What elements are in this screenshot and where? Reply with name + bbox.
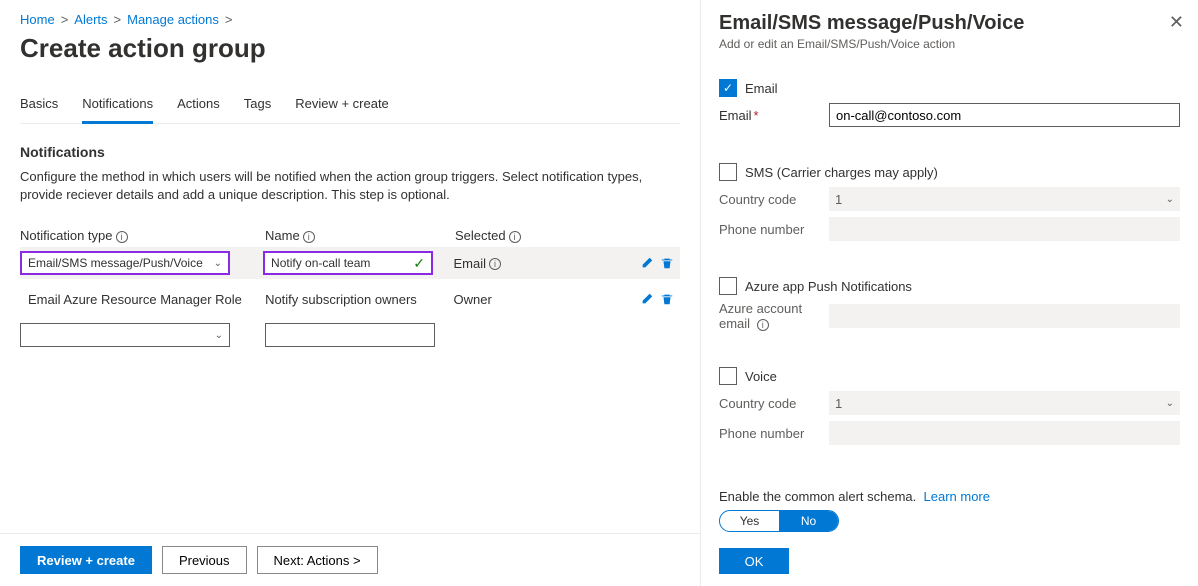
sms-phone-input[interactable] (829, 217, 1180, 241)
azure-email-label: Azure account email i (719, 301, 829, 331)
tabs: Basics Notifications Actions Tags Review… (20, 88, 680, 124)
chevron-down-icon: ⌄ (1166, 194, 1174, 205)
info-icon[interactable]: i (757, 319, 769, 331)
tab-review-create[interactable]: Review + create (295, 88, 389, 123)
previous-button[interactable]: Previous (162, 546, 247, 574)
edit-icon[interactable] (640, 256, 654, 270)
side-panel: ✕ Email/SMS message/Push/Voice Add or ed… (700, 0, 1198, 586)
info-icon[interactable]: i (116, 231, 128, 243)
ok-button[interactable]: OK (719, 548, 789, 574)
breadcrumb-alerts[interactable]: Alerts (74, 12, 107, 27)
bottom-bar: Review + create Previous Next: Actions > (0, 533, 700, 586)
voice-phone-input[interactable] (829, 421, 1180, 445)
breadcrumb-manage-actions[interactable]: Manage actions (127, 12, 219, 27)
voice-phone-label: Phone number (719, 426, 829, 441)
page-title: Create action group (20, 33, 680, 64)
help-text: Configure the method in which users will… (20, 168, 660, 204)
phone-label: Phone number (719, 222, 829, 237)
push-checkbox-label: Azure app Push Notifications (745, 279, 912, 294)
notification-type-dropdown[interactable]: Email/SMS message/Push/Voice ⌄ (20, 251, 230, 275)
info-icon[interactable]: i (489, 258, 501, 270)
email-label: Email* (719, 108, 829, 123)
selected-value: Owner (452, 292, 640, 307)
tab-basics[interactable]: Basics (20, 88, 58, 123)
push-checkbox[interactable] (719, 277, 737, 295)
notification-name-text: Notify subscription owners (263, 292, 451, 307)
email-checkbox-label: Email (745, 81, 778, 96)
sms-country-code-select[interactable]: 1⌄ (829, 187, 1180, 211)
toggle-no[interactable]: No (779, 511, 838, 531)
delete-icon[interactable] (660, 292, 674, 306)
panel-title: Email/SMS message/Push/Voice (719, 12, 1180, 35)
voice-checkbox[interactable] (719, 367, 737, 385)
next-button[interactable]: Next: Actions > (257, 546, 378, 574)
table-header: Notification typei Namei Selectedi (20, 228, 680, 243)
notification-type-dropdown[interactable]: ⌄ (20, 323, 230, 347)
notification-type-text: Email Azure Resource Manager Role (20, 292, 263, 307)
breadcrumb: Home> Alerts> Manage actions> (20, 12, 680, 27)
tab-tags[interactable]: Tags (244, 88, 271, 123)
toggle-yes[interactable]: Yes (720, 511, 779, 531)
chevron-down-icon: ⌄ (214, 258, 222, 269)
close-icon[interactable]: ✕ (1169, 12, 1184, 33)
notification-row: Email/SMS message/Push/Voice ⌄ Notify on… (20, 247, 680, 279)
section-heading: Notifications (20, 144, 680, 160)
breadcrumb-home[interactable]: Home (20, 12, 55, 27)
chevron-down-icon: ⌄ (1166, 398, 1174, 409)
panel-subtitle: Add or edit an Email/SMS/Push/Voice acti… (719, 37, 1180, 51)
sms-checkbox-label: SMS (Carrier charges may apply) (745, 165, 938, 180)
learn-more-link[interactable]: Learn more (924, 489, 990, 504)
review-create-button[interactable]: Review + create (20, 546, 152, 574)
notification-row-empty: ⌄ (20, 319, 680, 351)
notification-name-input[interactable]: Notify on-call team ✓ (263, 251, 433, 275)
check-icon: ✓ (413, 255, 425, 272)
notification-row: Email Azure Resource Manager Role Notify… (20, 283, 680, 315)
tab-notifications[interactable]: Notifications (82, 88, 153, 124)
voice-country-code-select[interactable]: 1⌄ (829, 391, 1180, 415)
country-code-label: Country code (719, 192, 829, 207)
schema-text: Enable the common alert schema. Learn mo… (719, 489, 1180, 504)
voice-checkbox-label: Voice (745, 369, 777, 384)
selected-value: Emaili (452, 256, 640, 271)
edit-icon[interactable] (640, 292, 654, 306)
azure-email-input[interactable] (829, 304, 1180, 328)
info-icon[interactable]: i (509, 231, 521, 243)
notification-name-input[interactable] (265, 323, 435, 347)
delete-icon[interactable] (660, 256, 674, 270)
chevron-down-icon: ⌄ (215, 330, 223, 341)
email-input[interactable] (829, 103, 1180, 127)
voice-country-code-label: Country code (719, 396, 829, 411)
email-checkbox[interactable]: ✓ (719, 79, 737, 97)
schema-toggle[interactable]: Yes No (719, 510, 839, 532)
info-icon[interactable]: i (303, 231, 315, 243)
sms-checkbox[interactable] (719, 163, 737, 181)
tab-actions[interactable]: Actions (177, 88, 220, 123)
